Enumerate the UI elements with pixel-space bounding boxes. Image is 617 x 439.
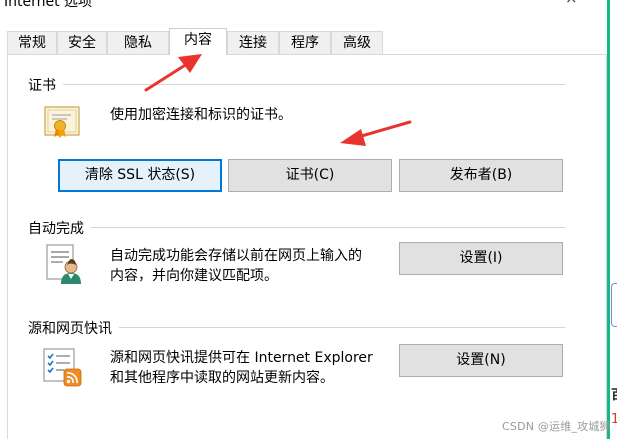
background-window-text: 百 bbox=[611, 384, 617, 403]
clear-ssl-state-button[interactable]: 清除 SSL 状态(S) bbox=[58, 159, 222, 192]
background-window-bracket bbox=[611, 283, 617, 327]
feeds-icon bbox=[43, 348, 82, 387]
feeds-group-label: 源和网页快讯 bbox=[28, 318, 112, 338]
autocomplete-description-line1: 自动完成功能会存储以前在网页上输入的 bbox=[110, 248, 362, 264]
tab-general[interactable]: 常规 bbox=[7, 31, 57, 55]
feeds-settings-button[interactable]: 设置(N) bbox=[399, 344, 563, 377]
certificates-description: 使用加密连接和标识的证书。 bbox=[110, 107, 292, 123]
autocomplete-icon bbox=[46, 244, 81, 284]
tab-programs[interactable]: 程序 bbox=[279, 31, 331, 55]
autocomplete-group-label: 自动完成 bbox=[28, 218, 84, 238]
tab-advanced[interactable]: 高级 bbox=[331, 31, 383, 55]
autocomplete-divider bbox=[91, 227, 565, 228]
tab-connections[interactable]: 连接 bbox=[227, 31, 279, 55]
window-title: Internet 选项 bbox=[4, 0, 93, 10]
certificates-group-label: 证书 bbox=[28, 75, 56, 95]
tab-bar: 常规 安全 隐私 内容 连接 程序 高级 bbox=[7, 28, 607, 55]
feeds-description-line1: 源和网页快讯提供可在 Internet Explorer bbox=[110, 350, 373, 366]
autocomplete-settings-button[interactable]: 设置(I) bbox=[399, 242, 563, 275]
certificates-divider bbox=[63, 84, 565, 85]
background-window-number: 1 bbox=[611, 412, 617, 427]
title-bar: Internet 选项 × bbox=[0, 0, 607, 22]
watermark-text: CSDN @运维_攻城狮 bbox=[502, 420, 611, 433]
certificates-button[interactable]: 证书(C) bbox=[228, 159, 392, 192]
tab-content[interactable]: 内容 bbox=[169, 28, 227, 55]
tab-security[interactable]: 安全 bbox=[57, 31, 107, 55]
feeds-description-line2: 和其他程序中读取的网站更新内容。 bbox=[110, 370, 334, 386]
tab-privacy[interactable]: 隐私 bbox=[107, 31, 169, 55]
publishers-button[interactable]: 发布者(B) bbox=[399, 159, 563, 192]
feeds-divider bbox=[119, 327, 565, 328]
background-window-accent bbox=[607, 0, 610, 439]
autocomplete-description-line2: 内容，并向你建议匹配项。 bbox=[110, 268, 278, 284]
certificate-icon bbox=[44, 106, 80, 138]
close-icon[interactable]: × bbox=[565, 0, 578, 7]
